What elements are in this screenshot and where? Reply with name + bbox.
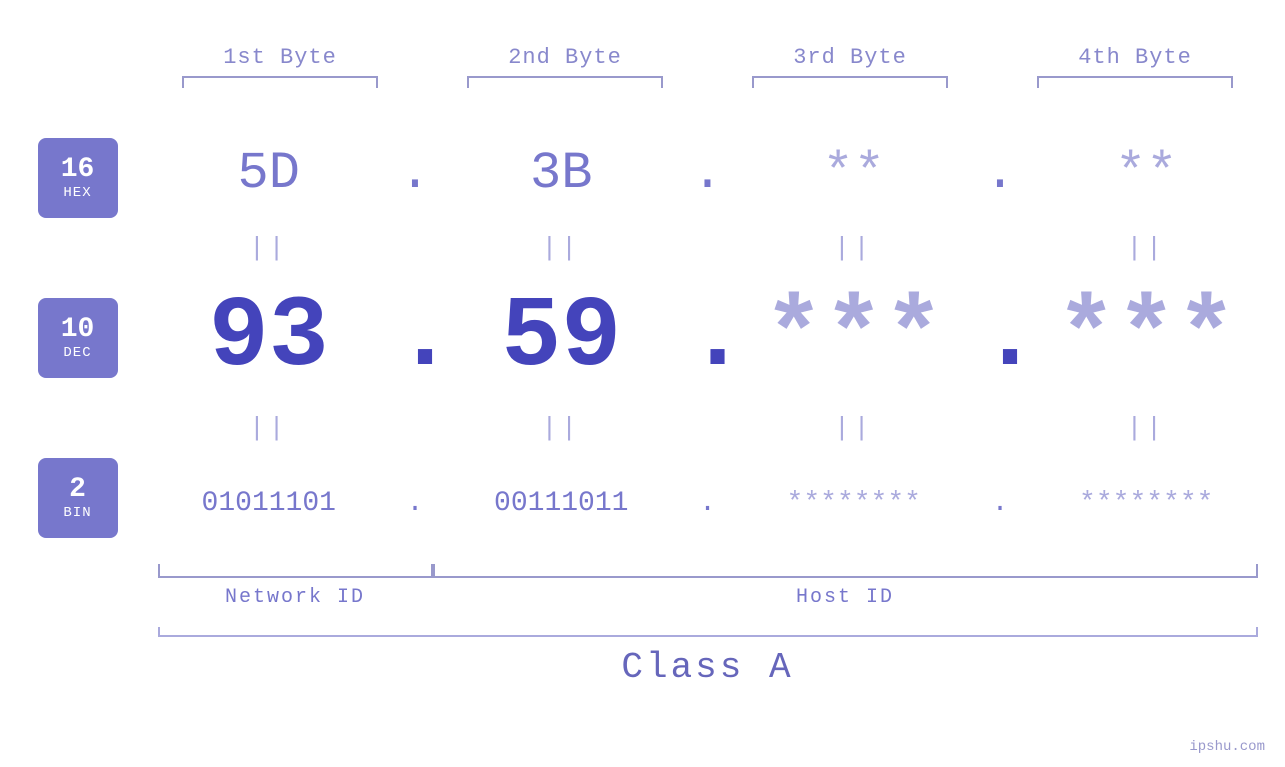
byte4-bracket [1037, 76, 1233, 88]
hex-b2-value: 3B [530, 144, 592, 203]
bottom-bracket-area: Network ID Host ID [158, 564, 1258, 609]
dec-b3-value: *** [764, 282, 944, 395]
byte2-bracket [467, 76, 663, 88]
main-container: 1st Byte 2nd Byte 3rd Byte 4th Byte 16 H… [0, 0, 1285, 767]
bin-b3-value: ******** [787, 488, 921, 519]
bin-badge-number: 2 [69, 475, 86, 506]
hex-dot3: . [980, 144, 1020, 203]
byte3-col: 3rd Byte [728, 45, 973, 88]
bin-b1-value: 01011101 [202, 488, 336, 519]
bin-b3: ******** [728, 488, 981, 519]
equals-row-2: || || || || [143, 408, 1273, 448]
bin-dot2: . [688, 488, 728, 519]
host-id-label: Host ID [433, 586, 1258, 609]
eq1-b1: || [143, 233, 396, 263]
bin-b2-value: 00111011 [494, 488, 628, 519]
dec-badge: 10 DEC [38, 298, 118, 378]
bin-b2: 00111011 [435, 488, 688, 519]
eq2-b1: || [143, 413, 396, 443]
dec-b2-value: 59 [501, 282, 621, 395]
watermark: ipshu.com [1189, 739, 1265, 755]
eq1-b4: || [1020, 233, 1273, 263]
byte1-col: 1st Byte [158, 45, 403, 88]
hex-b4: ** [1020, 144, 1273, 203]
content-area: 16 HEX 10 DEC 2 BIN 5D . [13, 88, 1273, 558]
dec-badge-label: DEC [63, 345, 91, 361]
badges-col: 16 HEX 10 DEC 2 BIN [13, 88, 143, 558]
class-bracket [158, 627, 1258, 637]
dec-b3: *** [728, 282, 981, 395]
network-id-label: Network ID [158, 586, 433, 609]
byte4-col: 4th Byte [1013, 45, 1258, 88]
dec-badge-number: 10 [61, 315, 95, 346]
dec-dot2: . [688, 282, 728, 395]
eq1-b2: || [435, 233, 688, 263]
byte3-label: 3rd Byte [728, 45, 973, 70]
dec-b4-value: *** [1056, 282, 1236, 395]
byte1-bracket [182, 76, 378, 88]
hex-b1-value: 5D [238, 144, 300, 203]
bin-dot3: . [980, 488, 1020, 519]
hex-badge: 16 HEX [38, 138, 118, 218]
bottom-row: Class A [158, 627, 1258, 688]
dec-dot1: . [395, 282, 435, 395]
dec-dot3: . [980, 282, 1020, 395]
hex-dot2: . [688, 144, 728, 203]
byte4-label: 4th Byte [1013, 45, 1258, 70]
dec-b4: *** [1020, 282, 1273, 395]
hex-b3-value: ** [823, 144, 885, 203]
hex-row: 5D . 3B . ** . ** [143, 118, 1273, 228]
class-label: Class A [158, 647, 1258, 688]
dec-b1: 93 [143, 282, 396, 395]
hex-b1: 5D [143, 144, 396, 203]
bin-badge: 2 BIN [38, 458, 118, 538]
hex-badge-label: HEX [63, 185, 91, 201]
hex-dot1: . [395, 144, 435, 203]
byte3-bracket [752, 76, 948, 88]
bin-row: 01011101 . 00111011 . ******** . [143, 448, 1273, 558]
bin-b1: 01011101 [143, 488, 396, 519]
byte2-label: 2nd Byte [443, 45, 688, 70]
hex-b2: 3B [435, 144, 688, 203]
bin-b4: ******** [1020, 488, 1273, 519]
equals-row-1: || || || || [143, 228, 1273, 268]
header-row: 1st Byte 2nd Byte 3rd Byte 4th Byte [158, 18, 1258, 88]
dec-row: 93 . 59 . *** . *** [143, 268, 1273, 408]
bin-b4-value: ******** [1079, 488, 1213, 519]
eq2-b4: || [1020, 413, 1273, 443]
host-bracket [433, 564, 1258, 578]
network-bracket [158, 564, 433, 578]
dec-b1-value: 93 [209, 282, 329, 395]
byte2-col: 2nd Byte [443, 45, 688, 88]
bin-badge-label: BIN [63, 505, 91, 521]
hex-b4-value: ** [1115, 144, 1177, 203]
byte1-label: 1st Byte [158, 45, 403, 70]
bracket-bottom-row [158, 564, 1258, 578]
bin-dot1: . [395, 488, 435, 519]
eq2-b3: || [728, 413, 981, 443]
dec-b2: 59 [435, 282, 688, 395]
eq2-b2: || [435, 413, 688, 443]
rows-col: 5D . 3B . ** . ** [143, 88, 1273, 558]
id-label-row: Network ID Host ID [158, 586, 1258, 609]
eq1-b3: || [728, 233, 981, 263]
hex-badge-number: 16 [61, 155, 95, 186]
hex-b3: ** [728, 144, 981, 203]
